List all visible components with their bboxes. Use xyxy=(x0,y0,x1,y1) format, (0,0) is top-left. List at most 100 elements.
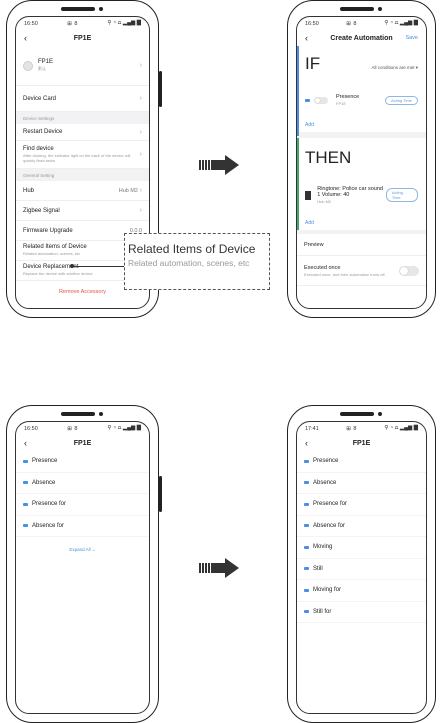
camera xyxy=(98,412,103,416)
expand-all-button[interactable]: Expand All ⌄ xyxy=(16,537,149,553)
status-bar: 16:50 ⊞ 8 ⚲ ◔ ⩍ ▂▄▆ ▇ xyxy=(16,422,149,435)
acting-time-button[interactable]: Acting Time xyxy=(385,95,418,105)
related-items-desc: Related automation, scenes, etc xyxy=(23,251,81,257)
callout-leader-line xyxy=(72,266,124,267)
restart-device-label: Restart Device xyxy=(23,129,63,135)
status-time: 16:50 xyxy=(305,20,319,27)
status-time: 16:50 xyxy=(24,425,38,432)
list-item[interactable]: Presence for xyxy=(297,494,426,516)
back-icon[interactable]: ‹ xyxy=(24,33,48,43)
status-signal-icons: ⚲ ◔ ⩍ ▂▄▆ ▇ xyxy=(384,20,418,26)
device-card-label: Device Card xyxy=(23,95,57,102)
status-dot-icon xyxy=(304,588,309,592)
status-icons: ⊞ 8 xyxy=(67,20,78,27)
firmware-upgrade-label: Firmware Upgrade xyxy=(23,227,73,234)
screen: 16:50 ⊞ 8 ⚲ ◔ ⩍ ▂▄▆ ▇ ‹ FP1E Presence Ab… xyxy=(15,421,150,714)
phone-condition-list-expanded: 17:41 ⊞ 8 ⚲ ◔ ⩍ ▂▄▆ ▇ ‹ FP1E Presence Ab… xyxy=(287,405,436,723)
related-items-label: Related Items of Device xyxy=(23,244,87,251)
status-signal-icons: ⚲ ◔ ⩍ ▂▄▆ ▇ xyxy=(107,425,141,431)
speaker xyxy=(60,7,95,11)
restart-device-row[interactable]: Restart Device › xyxy=(16,124,149,141)
chevron-right-icon: › xyxy=(139,207,142,214)
find-device-row[interactable]: Find device After clicking, the indicato… xyxy=(16,141,149,169)
page-title: Create Automation xyxy=(330,34,393,42)
status-time: 16:50 xyxy=(24,20,38,27)
status-icons: ⊞ 8 xyxy=(346,20,357,27)
trigger-toggle[interactable] xyxy=(314,96,328,104)
back-icon[interactable]: ‹ xyxy=(305,438,329,448)
status-dot-icon xyxy=(304,610,309,614)
acting-time-button[interactable]: Acting Time xyxy=(385,188,418,203)
zigbee-signal-label: Zigbee Signal xyxy=(23,207,60,214)
side-button xyxy=(159,71,162,107)
speaker xyxy=(339,7,374,11)
hub-value: Hub M2 xyxy=(118,188,138,194)
back-icon[interactable]: ‹ xyxy=(24,438,48,448)
list-item[interactable]: Moving for xyxy=(297,580,426,602)
page-title: FP1E xyxy=(352,439,371,447)
trigger-row[interactable]: Presence FP1E Acting Time xyxy=(297,88,426,112)
callout-related-items: Related Items of Device Related automati… xyxy=(124,233,270,290)
status-bar: 17:41 ⊞ 8 ⚲ ◔ ⩍ ▂▄▆ ▇ xyxy=(297,422,426,435)
device-card-row[interactable]: Device Card › xyxy=(16,86,149,112)
screen: 17:41 ⊞ 8 ⚲ ◔ ⩍ ▂▄▆ ▇ ‹ FP1E Presence Ab… xyxy=(296,421,427,714)
page-title: FP1E xyxy=(73,34,92,42)
add-action-button[interactable]: Add xyxy=(297,216,426,230)
status-dot-icon xyxy=(23,481,28,485)
status-signal-icons: ⚲ ◔ ⩍ ▂▄▆ ▇ xyxy=(384,425,418,431)
list-item[interactable]: Presence xyxy=(16,451,149,473)
callout-title: Related Items of Device xyxy=(128,242,256,256)
hub-row[interactable]: Hub Hub M2 › xyxy=(16,181,149,201)
chevron-right-icon: › xyxy=(139,62,142,69)
list-item[interactable]: Absence for xyxy=(297,516,426,537)
device-header[interactable]: FP1E 默认 › xyxy=(16,46,149,86)
device-avatar xyxy=(23,60,33,71)
add-condition-button[interactable]: Add xyxy=(297,118,426,132)
side-button xyxy=(159,476,162,512)
status-dot-icon xyxy=(304,545,309,549)
trigger-device: FP1E xyxy=(336,101,347,106)
camera xyxy=(377,412,382,416)
screen: 16:50 ⊞ 8 ⚲ ◔ ⩍ ▂▄▆ ▇ ‹ Create Automatio… xyxy=(296,16,427,309)
if-section: IF All conditions are met ▾ Presence FP1… xyxy=(297,46,426,136)
list-item[interactable]: Absence xyxy=(16,473,149,494)
status-dot-icon xyxy=(304,481,309,485)
nav-bar: ‹ FP1E xyxy=(16,30,149,46)
then-header: THEN xyxy=(297,138,426,168)
list-item[interactable]: Presence for xyxy=(16,494,149,516)
back-icon[interactable]: ‹ xyxy=(305,33,329,43)
zigbee-signal-row[interactable]: Zigbee Signal › xyxy=(16,201,149,221)
list-item[interactable]: Still for xyxy=(297,602,426,623)
then-band xyxy=(297,138,299,231)
nav-bar: ‹ FP1E xyxy=(16,435,149,451)
if-band xyxy=(297,46,299,136)
status-icons: ⊞ 8 xyxy=(67,425,78,432)
list-item[interactable]: Absence for xyxy=(16,516,149,537)
preview-row[interactable]: Preview xyxy=(297,234,426,257)
if-label: IF xyxy=(305,54,321,73)
list-item[interactable]: Still xyxy=(297,559,426,580)
save-button[interactable]: Save xyxy=(394,35,418,41)
hub-label: Hub xyxy=(23,187,35,194)
action-row[interactable]: Ringtone: Police car sound 1 Volume: 40 … xyxy=(297,180,426,210)
camera xyxy=(98,7,103,11)
executed-once-toggle[interactable] xyxy=(399,265,419,276)
section-general-setting: General Setting xyxy=(16,169,149,181)
status-dot-icon xyxy=(304,524,309,528)
nav-bar: ‹ Create Automation Save xyxy=(297,30,426,46)
list-item[interactable]: Presence xyxy=(297,451,426,473)
status-dot-icon xyxy=(304,459,309,463)
status-dot-icon xyxy=(304,502,309,506)
device-name: FP1E xyxy=(38,59,54,66)
conditions-dropdown[interactable]: All conditions are met ▾ xyxy=(371,65,418,71)
phone-create-automation: 16:50 ⊞ 8 ⚲ ◔ ⩍ ▂▄▆ ▇ ‹ Create Automatio… xyxy=(287,0,436,318)
action-device: Hub M2 xyxy=(317,199,332,205)
executed-once-desc: Executed once, and then automation turns… xyxy=(304,271,385,277)
camera xyxy=(377,7,382,11)
then-section: THEN Ringtone: Police car sound 1 Volume… xyxy=(297,138,426,231)
page-title: FP1E xyxy=(73,439,92,447)
list-item[interactable]: Absence xyxy=(297,473,426,494)
status-dot-icon xyxy=(304,567,309,571)
status-dot-icon xyxy=(23,459,28,463)
list-item[interactable]: Moving xyxy=(297,537,426,559)
